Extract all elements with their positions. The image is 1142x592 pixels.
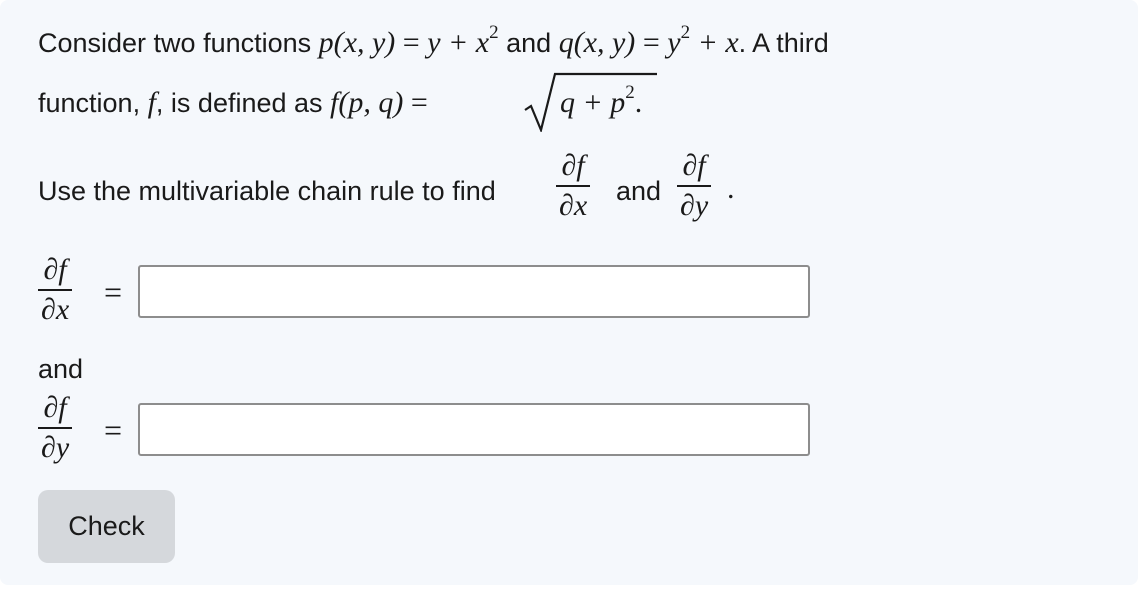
answer-df-dy-input[interactable]: [138, 403, 810, 456]
line1-prefix: Consider two functions: [38, 28, 319, 58]
equals-sign: =: [642, 26, 660, 59]
frac-numerator: ∂f: [43, 253, 67, 286]
line2-prefix: function,: [38, 88, 148, 118]
answer-df-dx-input[interactable]: [138, 265, 810, 318]
fraction-bar: [677, 185, 712, 187]
equals-sign: =: [410, 86, 428, 119]
q-def-rhs-y: y: [667, 26, 681, 59]
fraction-df-dy: ∂f ∂y: [677, 149, 712, 222]
fraction-bar: [38, 427, 73, 429]
f-def-lhs: f(p, q): [330, 86, 404, 119]
fraction-bar: [556, 185, 591, 187]
between-and-label: and: [38, 354, 84, 384]
frac-denominator: ∂x: [559, 189, 588, 222]
question-card: Consider two functions p(x, y) = y + x2 …: [0, 0, 1138, 585]
frac-numerator: ∂f: [43, 391, 67, 424]
p-def-lhs: p(x, y): [318, 26, 396, 59]
frac-numerator: ∂f: [561, 149, 585, 182]
line2-mid: , is defined as: [155, 88, 331, 118]
period: .: [727, 172, 735, 205]
frac-denominator: ∂y: [41, 431, 70, 464]
answer-1-label: ∂f ∂x: [38, 253, 73, 326]
sqrt-inner: q + p2.: [560, 82, 643, 120]
problem-line-1: Consider two functions p(x, y) = y + x2 …: [38, 22, 829, 60]
period: .: [634, 86, 643, 119]
frac-denominator: ∂y: [680, 189, 709, 222]
equals-sign: =: [402, 26, 420, 59]
p-def-rhs: y + x: [427, 26, 490, 59]
answer-1-equals: =: [104, 274, 123, 310]
f-symbol: f: [147, 86, 156, 119]
superscript-2: 2: [489, 22, 499, 43]
check-button[interactable]: Check: [38, 490, 175, 563]
problem-line-2: function, f, is defined as f(p, q) =: [38, 86, 428, 120]
and-word: and: [506, 28, 552, 58]
and-word: and: [616, 176, 662, 206]
fraction-df-dx: ∂f ∂x: [556, 149, 591, 222]
answer-2-label: ∂f ∂y: [38, 391, 73, 464]
line1-suffix: . A third: [738, 28, 829, 58]
q-def-lhs: q(x, y): [558, 26, 636, 59]
frac-denominator: ∂x: [41, 293, 70, 326]
sqrt-radicand: q + p: [560, 86, 626, 119]
fraction-bar: [38, 289, 73, 291]
answer-2-equals: =: [104, 412, 123, 448]
instruction-text: Use the multivariable chain rule to find: [38, 176, 496, 206]
frac-numerator: ∂f: [682, 149, 706, 182]
superscript-2: 2: [625, 82, 635, 103]
q-def-rhs-x: + x: [697, 26, 739, 59]
superscript-2: 2: [680, 22, 691, 43]
